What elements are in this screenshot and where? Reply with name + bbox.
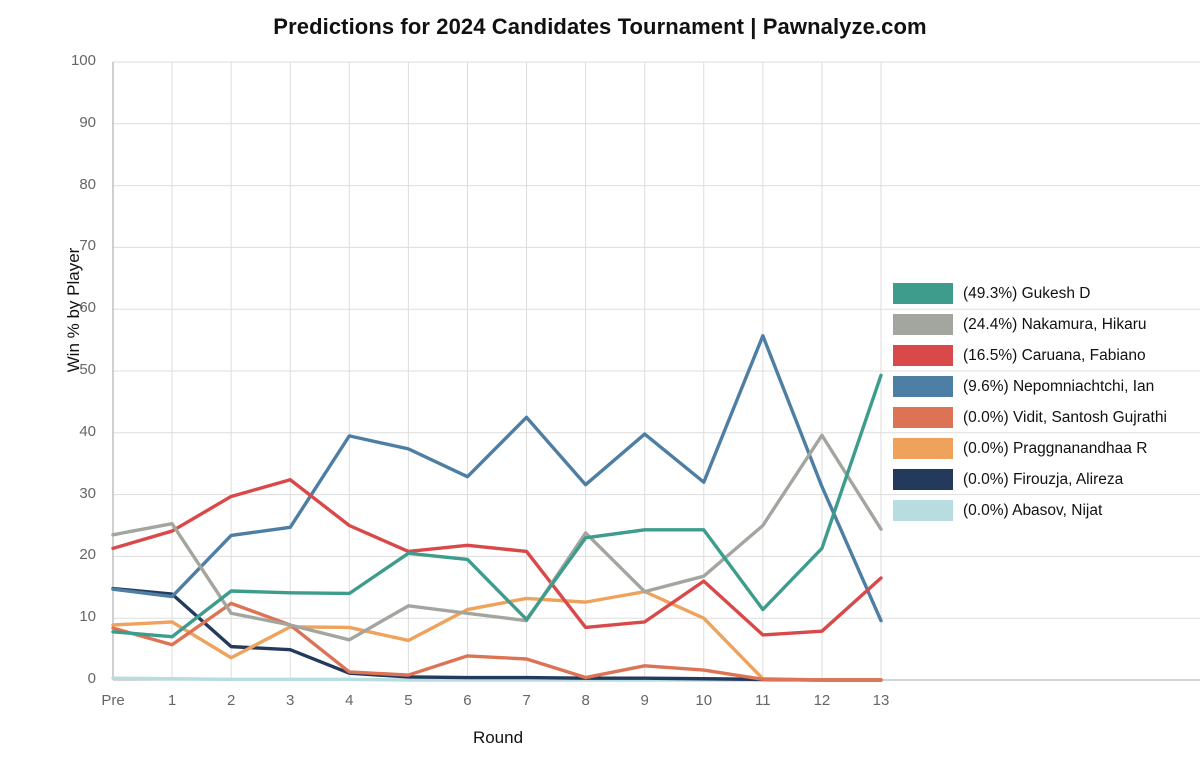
- legend-item-label: (24.4%) Nakamura, Hikaru: [963, 315, 1147, 333]
- legend-item[interactable]: (0.0%) Vidit, Santosh Gujrathi: [893, 402, 1167, 433]
- x-tick-label: Pre: [101, 692, 125, 709]
- y-tick-label: 60: [79, 299, 96, 317]
- legend-item-label: (9.6%) Nepomniachtchi, Ian: [963, 377, 1155, 395]
- x-tick-label: 7: [522, 692, 531, 709]
- x-tick-label: 2: [226, 692, 236, 709]
- legend-item-label: (0.0%) Abasov, Nijat: [963, 501, 1103, 519]
- y-tick-label: 100: [70, 52, 96, 69]
- legend-item[interactable]: (0.0%) Abasov, Nijat: [893, 495, 1167, 526]
- legend-item[interactable]: (49.3%) Gukesh D: [893, 278, 1167, 309]
- x-tick-label: 10: [695, 692, 713, 709]
- legend-swatch-icon: [893, 376, 953, 397]
- y-tick-label: 50: [79, 361, 96, 378]
- legend-item[interactable]: (0.0%) Firouzja, Alireza: [893, 464, 1167, 495]
- series-line-nepomniachtchi-ian: [111, 334, 883, 623]
- legend-swatch-icon: [893, 500, 953, 521]
- legend-item-label: (0.0%) Praggnanandhaa R: [963, 439, 1148, 457]
- x-tick-label: 8: [581, 692, 590, 709]
- legend-swatch-icon: [893, 283, 953, 304]
- y-tick-label: 10: [79, 608, 96, 626]
- legend-item-label: (16.5%) Caruana, Fabiano: [963, 346, 1146, 364]
- legend-swatch-icon: [893, 469, 953, 490]
- x-tick-label: 11: [755, 692, 771, 709]
- x-tick-label: 9: [640, 692, 649, 709]
- x-tick-label: 3: [286, 692, 295, 709]
- legend-swatch-icon: [893, 407, 953, 428]
- y-tick-label: 0: [87, 670, 96, 687]
- x-tick-label: 1: [167, 692, 177, 709]
- x-tick-label: 6: [463, 692, 472, 709]
- y-tick-label: 30: [79, 484, 96, 502]
- y-tick-label: 70: [79, 237, 96, 255]
- legend-item[interactable]: (16.5%) Caruana, Fabiano: [893, 340, 1167, 371]
- series-lines: [111, 334, 883, 682]
- x-tick-label: 12: [813, 692, 831, 709]
- x-tick-label: 4: [345, 692, 354, 709]
- x-tick-label: 13: [872, 692, 890, 709]
- series-line-gukesh-d: [111, 373, 883, 639]
- legend-item-label: (0.0%) Firouzja, Alireza: [963, 470, 1124, 488]
- x-axis-label: Round: [472, 728, 524, 747]
- legend-item[interactable]: (24.4%) Nakamura, Hikaru: [893, 309, 1167, 340]
- chart-figure: Predictions for 2024 Candidates Tourname…: [0, 0, 1200, 771]
- legend: (49.3%) Gukesh D (24.4%) Nakamura, Hikaru…: [893, 270, 1200, 535]
- y-tick-label: 80: [79, 175, 96, 193]
- legend-item[interactable]: (9.6%) Nepomniachtchi, Ian: [893, 371, 1167, 402]
- legend-swatch-icon: [893, 345, 953, 366]
- legend-item-label: (49.3%) Gukesh D: [963, 284, 1091, 302]
- legend-item[interactable]: (0.0%) Praggnanandhaa R: [893, 433, 1167, 464]
- y-tick-label: 20: [79, 546, 96, 564]
- legend-swatch-icon: [893, 314, 953, 335]
- series-line-vidit-santosh-gujrathi: [111, 601, 883, 682]
- y-tick-label: 90: [79, 113, 96, 131]
- x-tick-label: 5: [404, 692, 413, 709]
- legend-swatch-icon: [893, 438, 953, 459]
- legend-item-label: (0.0%) Vidit, Santosh Gujrathi: [963, 408, 1167, 426]
- y-tick-label: 40: [79, 422, 96, 440]
